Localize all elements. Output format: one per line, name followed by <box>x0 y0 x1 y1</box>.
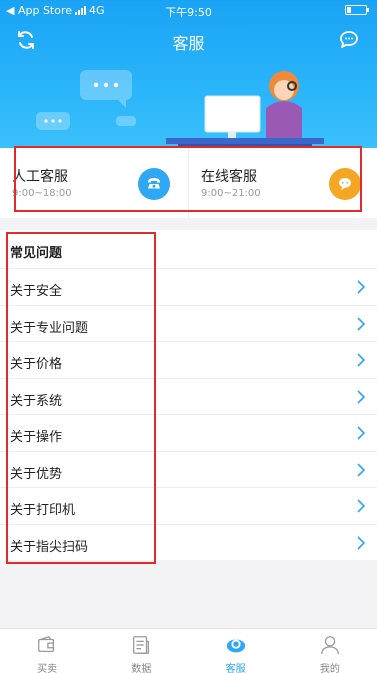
battery-icon <box>345 5 369 15</box>
wallet-icon <box>38 635 55 653</box>
service-card: 人工客服 9:00~18:00 在线客服 9:00~21:00 <box>0 148 377 218</box>
message-icon[interactable] <box>337 28 361 52</box>
tab-label: 数据 <box>131 664 152 673</box>
chevron-right-icon <box>357 426 366 440</box>
faq-item-label: 关于专业问题 <box>10 320 89 336</box>
phone-icon[interactable] <box>138 168 170 200</box>
nav-bar: 客服 <box>0 24 377 56</box>
tab-data[interactable]: 数据 <box>94 629 188 673</box>
service-title: 在线客服 <box>201 169 257 185</box>
faq-item-label: 关于安全 <box>10 284 63 299</box>
service-hours: 9:00~18:00 <box>12 188 72 199</box>
person-icon <box>320 636 339 655</box>
faq-title: 常见问题 <box>10 246 63 261</box>
tab-profile[interactable]: 我的 <box>283 629 377 673</box>
faq-item[interactable]: 关于系统 <box>0 377 377 415</box>
faq-item[interactable]: 关于安全 <box>0 268 377 305</box>
faq-item[interactable]: 关于操作 <box>0 414 377 451</box>
chevron-right-icon <box>357 499 366 513</box>
human-service-item[interactable]: 人工客服 9:00~18:00 <box>0 148 188 218</box>
status-time: 下午9:50 <box>165 6 212 19</box>
faq-item[interactable]: 关于价格 <box>0 341 377 378</box>
online-service-item[interactable]: 在线客服 9:00~21:00 <box>188 148 377 218</box>
faq-item[interactable]: 关于打印机 <box>0 487 377 524</box>
hero-banner: ◀ App Store 4G 下午9:50 客服 <box>0 0 377 160</box>
tab-label: 我的 <box>319 664 340 673</box>
tab-trade[interactable]: 买卖 <box>0 629 94 673</box>
faq-item[interactable]: 关于优势 <box>0 450 377 488</box>
chevron-right-icon <box>357 353 366 367</box>
faq-item-label: 关于指尖扫码 <box>10 539 89 555</box>
faq-item-label: 关于价格 <box>10 357 63 372</box>
chevron-right-icon <box>357 535 366 550</box>
page-title: 客服 <box>172 34 205 53</box>
tab-bar: 买卖 数据 客服 我的 <box>0 628 377 673</box>
support-illustration <box>36 70 324 154</box>
service-title: 人工客服 <box>12 169 68 185</box>
faq-item-label: 关于操作 <box>10 430 63 445</box>
tab-service[interactable]: 客服 <box>189 629 283 673</box>
chevron-right-icon <box>357 462 366 477</box>
tab-label: 客服 <box>225 664 246 673</box>
document-icon <box>133 636 150 654</box>
chevron-right-icon <box>357 389 366 404</box>
faq-item-label: 关于系统 <box>10 393 63 409</box>
faq-item-label: 关于优势 <box>10 466 63 482</box>
tab-label: 买卖 <box>37 664 58 673</box>
faq-section: 常见问题 关于安全 关于专业问题 关于价格 关于系统 关于操作 关于优势 关于打… <box>0 230 377 560</box>
faq-item[interactable]: 关于专业问题 <box>0 304 377 342</box>
chat-icon[interactable] <box>329 168 361 200</box>
faq-item[interactable]: 关于指尖扫码 <box>0 523 377 561</box>
service-hours: 9:00~21:00 <box>201 188 261 199</box>
status-bar: ◀ App Store 4G 下午9:50 <box>0 0 377 20</box>
chevron-right-icon <box>357 316 366 331</box>
faq-item-label: 关于打印机 <box>10 503 76 518</box>
headset-icon <box>226 639 245 653</box>
chevron-right-icon <box>357 280 366 294</box>
